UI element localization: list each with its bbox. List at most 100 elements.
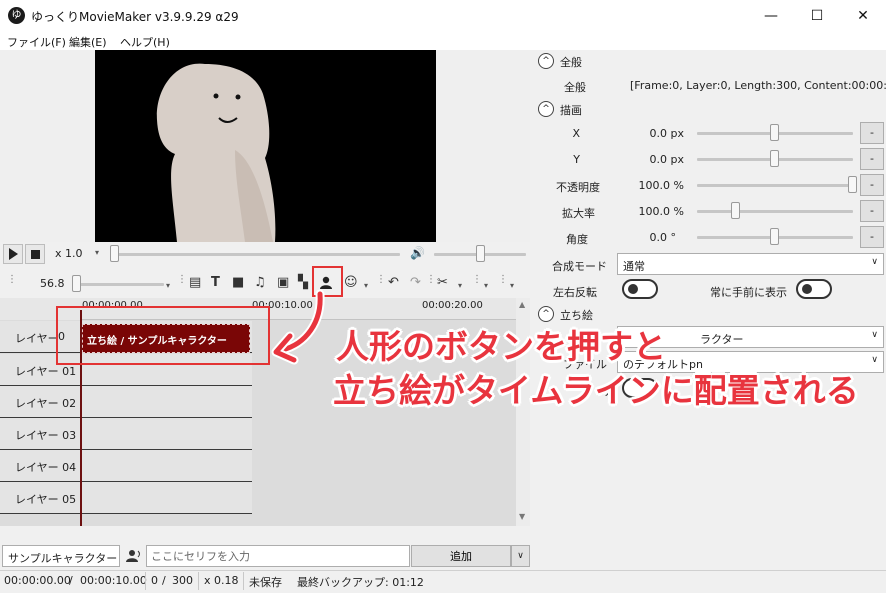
chevron-down-icon: ∨	[871, 330, 878, 340]
prop-angle-reset-button[interactable]: -	[860, 226, 884, 248]
prop-angle-label: 角度	[566, 233, 588, 246]
blend-mode-value: 通常	[623, 260, 645, 273]
music-icon[interactable]: ♫	[254, 275, 266, 291]
status-backup: 最終バックアップ: 01:12	[297, 576, 424, 589]
character-select-value: サンプルキャラクター	[8, 552, 118, 565]
volume-slider-thumb[interactable]	[476, 245, 485, 262]
seek-slider-thumb[interactable]	[110, 245, 119, 262]
tachie-character-value: ラクター	[700, 333, 744, 346]
layer-row[interactable]: レイヤー 05	[0, 482, 252, 514]
more-dropdown-icon[interactable]: ▾	[484, 281, 488, 290]
seek-slider[interactable]	[112, 253, 400, 256]
speaker-icon[interactable]: 🔊	[410, 246, 425, 260]
chevron-down-icon: ∨	[871, 355, 878, 365]
video-preview[interactable]	[95, 50, 436, 242]
collapse-draw-icon[interactable]: ^	[538, 101, 554, 117]
grip-handle-icon[interactable]: ⋮	[177, 274, 187, 285]
grip-handle-icon[interactable]: ⋮	[498, 274, 508, 285]
prop-opacity-slider[interactable]	[697, 184, 853, 187]
close-button[interactable]: ✕	[840, 0, 886, 32]
prop-x-reset-button[interactable]: -	[860, 122, 884, 144]
undo-icon[interactable]: ↶	[388, 275, 399, 291]
speech-input[interactable]	[146, 545, 410, 567]
speed-dropdown-icon[interactable]: ▾	[95, 248, 99, 257]
blend-mode-select[interactable]: 通常 ∨	[617, 253, 884, 275]
timeline-zoom-thumb[interactable]	[72, 275, 81, 292]
voice-person-icon[interactable]	[126, 548, 142, 567]
flip-label: 左右反転	[553, 286, 597, 299]
prop-x-value[interactable]: 0.0 px	[614, 127, 684, 140]
close-icon: ✕	[857, 8, 869, 24]
menu-help[interactable]: ヘルプ(H)	[120, 34, 170, 50]
prop-scale-label: 拡大率	[562, 207, 595, 220]
layer-row[interactable]: レイヤー 03	[0, 418, 252, 450]
grip-handle-icon[interactable]: ⋮	[426, 274, 436, 285]
prop-y-value[interactable]: 0.0 px	[614, 153, 684, 166]
prop-y-thumb[interactable]	[770, 150, 779, 167]
scroll-up-icon[interactable]: ▲	[519, 300, 525, 309]
speed-value[interactable]: x 1.0	[55, 247, 83, 260]
blend-mode-label: 合成モード	[552, 260, 607, 273]
layer-row[interactable]: レイヤー 02	[0, 386, 252, 418]
status-divider	[243, 572, 244, 590]
prop-opacity-value[interactable]: 100.0 %	[614, 179, 684, 192]
prop-opacity-thumb[interactable]	[848, 176, 857, 193]
menu-bar: ファイル(F) 編集(E) ヘルプ(H)	[0, 32, 886, 50]
flip-toggle[interactable]	[622, 279, 658, 299]
layer-label: レイヤー 01	[15, 365, 77, 378]
stop-icon	[31, 250, 40, 259]
minimize-button[interactable]: —	[748, 0, 794, 32]
layer-label: レイヤー 03	[15, 429, 77, 442]
more-dropdown-icon[interactable]: ▾	[510, 281, 514, 290]
layer-row[interactable]: レイヤー 04	[0, 450, 252, 482]
scissors-icon[interactable]: ✂	[437, 275, 448, 291]
add-dropdown-button[interactable]: ∨	[511, 545, 530, 567]
front-toggle[interactable]	[796, 279, 832, 299]
prop-angle-thumb[interactable]	[770, 228, 779, 245]
scroll-down-icon[interactable]: ▼	[519, 512, 525, 521]
status-save-state: 未保存	[249, 576, 282, 589]
general-info: [Frame:0, Layer:0, Length:300, Content:0…	[630, 79, 886, 92]
prop-angle-value[interactable]: 0.0 °	[606, 231, 677, 244]
zoom-dropdown-icon[interactable]: ▾	[166, 281, 170, 290]
stop-button[interactable]	[25, 244, 45, 264]
prop-opacity-reset-button[interactable]: -	[860, 174, 884, 196]
ruler-label: 00:00:20.00	[422, 300, 483, 311]
status-frame-current: 0	[151, 574, 158, 587]
voice-person-glyph	[126, 550, 140, 562]
prop-y-reset-button[interactable]: -	[860, 148, 884, 170]
layer-label: レイヤー 05	[15, 493, 77, 506]
prop-scale-value[interactable]: 100.0 %	[614, 205, 684, 218]
add-button[interactable]: 追加	[411, 545, 511, 567]
face-icon[interactable]: ☺	[344, 275, 358, 291]
collapse-general-icon[interactable]: ^	[538, 53, 554, 69]
character-select[interactable]: サンプルキャラクター	[2, 545, 120, 567]
video-icon[interactable]: ■	[232, 275, 244, 291]
face-dropdown-icon[interactable]: ▾	[364, 281, 368, 290]
annotation-line-1: 人形のボタンを押すと	[336, 327, 666, 366]
status-frame-total: 300	[172, 574, 193, 587]
redo-icon[interactable]: ↷	[410, 275, 421, 291]
annotation-line-2: 立ち絵がタイムラインに配置される	[333, 371, 859, 410]
timeline-zoom-slider[interactable]	[72, 283, 164, 286]
play-button[interactable]	[3, 244, 23, 264]
grip-handle-icon[interactable]: ⋮	[472, 274, 482, 285]
maximize-button[interactable]: ☐	[794, 0, 840, 32]
play-icon	[9, 248, 18, 260]
status-zoom: x 0.18	[204, 574, 239, 587]
prop-scale-reset-button[interactable]: -	[860, 200, 884, 222]
grip-handle-icon[interactable]: ⋮	[376, 274, 386, 285]
comment-icon[interactable]: ▤	[189, 275, 201, 291]
menu-edit[interactable]: 編集(E)	[69, 34, 107, 50]
prop-scale-thumb[interactable]	[731, 202, 740, 219]
menu-file[interactable]: ファイル(F)	[7, 34, 66, 50]
status-divider	[198, 572, 199, 590]
text-icon[interactable]: T	[211, 275, 220, 291]
scissors-dropdown-icon[interactable]: ▾	[458, 281, 462, 290]
grip-handle-icon[interactable]: ⋮	[7, 274, 17, 285]
layer-label: レイヤー	[15, 332, 59, 345]
character-figure	[156, 63, 276, 242]
prop-scale-slider[interactable]	[697, 210, 853, 213]
prop-x-thumb[interactable]	[770, 124, 779, 141]
status-frame-separator: /	[162, 574, 166, 587]
